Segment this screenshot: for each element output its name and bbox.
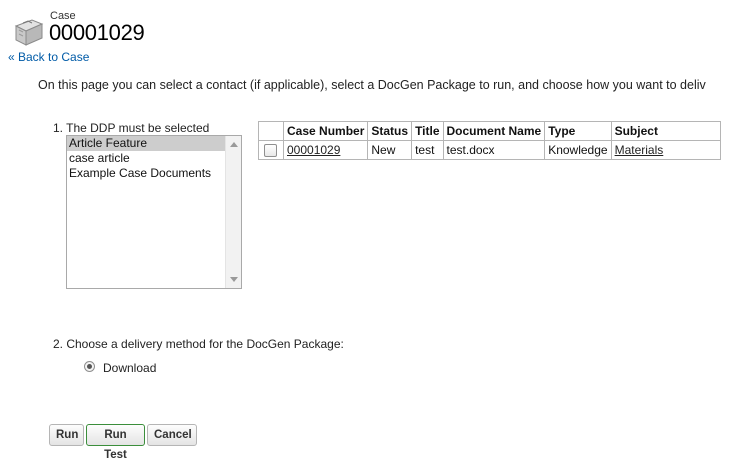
case-number-cell: 00001029 xyxy=(282,140,369,160)
row-checkbox[interactable] xyxy=(264,144,277,158)
case-briefcase-icon xyxy=(10,12,46,48)
scroll-down-icon[interactable] xyxy=(230,277,238,282)
document-name-cell: test.docx xyxy=(442,140,546,160)
column-header: Status xyxy=(367,121,413,141)
status-cell: New xyxy=(367,140,413,160)
table-row: 00001029 New test test.docx Knowledge Ma… xyxy=(258,140,721,160)
download-radio[interactable] xyxy=(84,361,95,372)
column-header: Document Name xyxy=(442,121,546,141)
record-number-title: 00001029 xyxy=(49,20,145,45)
column-header: Title xyxy=(411,121,444,141)
table-header-row: Case Number Status Title Document Name T… xyxy=(258,121,721,141)
column-header: Subject xyxy=(610,121,721,141)
back-to-case-link[interactable]: « Back to Case xyxy=(8,50,89,64)
column-header: Type xyxy=(544,121,612,141)
case-number-link[interactable]: 00001029 xyxy=(287,143,340,157)
delivery-step-label: 2. Choose a delivery method for the DocG… xyxy=(53,337,344,351)
cancel-button[interactable]: Cancel xyxy=(147,424,197,446)
ddp-step-label: 1. The DDP must be selected xyxy=(53,121,210,135)
select-column-header xyxy=(258,121,284,141)
ddp-option[interactable]: case article xyxy=(67,151,241,166)
intro-text: On this page you can select a contact (i… xyxy=(38,78,706,92)
run-button[interactable]: Run xyxy=(49,424,84,446)
subject-link[interactable]: Materials xyxy=(615,143,664,157)
type-cell: Knowledge xyxy=(544,140,612,160)
ddp-option[interactable]: Example Case Documents xyxy=(67,166,241,181)
column-header: Case Number xyxy=(282,121,369,141)
subject-cell: Materials xyxy=(610,140,721,160)
records-table: Case Number Status Title Document Name T… xyxy=(258,121,721,160)
radio-selected-dot xyxy=(87,364,92,369)
row-select-cell xyxy=(258,140,284,160)
download-option-label[interactable]: Download xyxy=(103,361,156,375)
run-test-button[interactable]: Run Test xyxy=(86,424,145,461)
scroll-up-icon[interactable] xyxy=(230,142,238,147)
ddp-option[interactable]: Article Feature xyxy=(67,136,241,151)
listbox-scrollbar[interactable] xyxy=(225,136,241,288)
ddp-listbox[interactable]: Article Feature case article Example Cas… xyxy=(66,135,242,289)
title-cell: test xyxy=(411,140,444,160)
